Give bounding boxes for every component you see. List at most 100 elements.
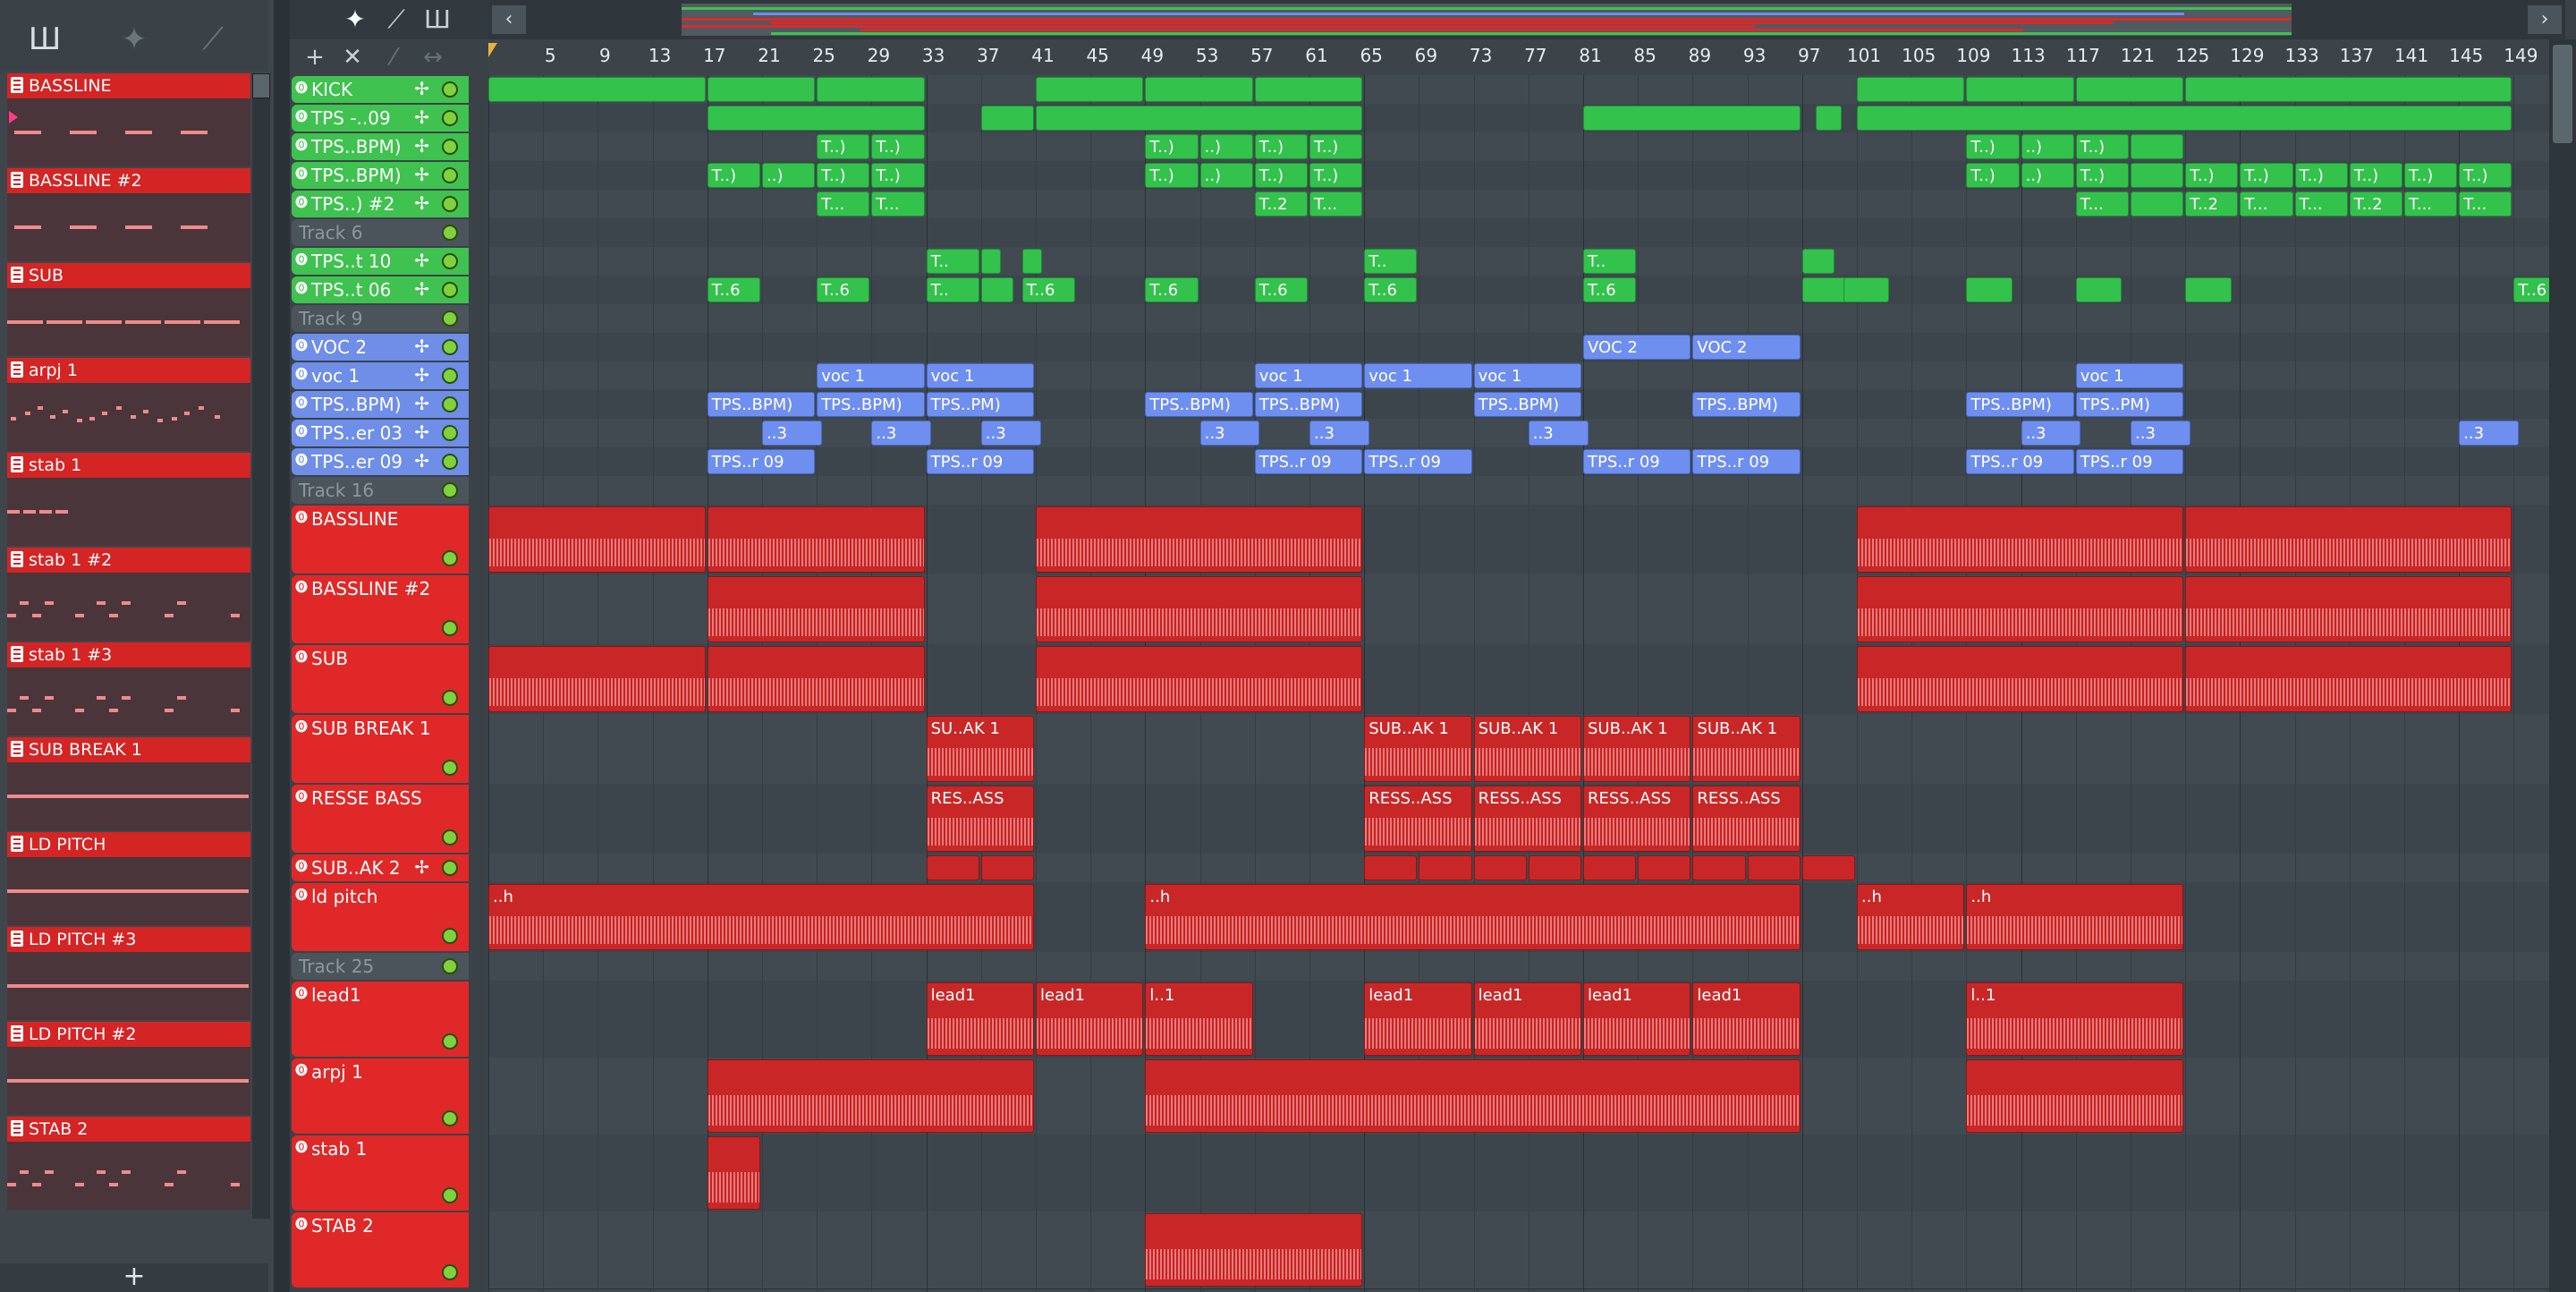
track-mute-led-icon[interactable] <box>442 196 458 212</box>
track-resize-icon[interactable]: ✢ <box>414 164 429 185</box>
pattern-clip[interactable]: ..3 <box>871 421 932 446</box>
track-mute-led-icon[interactable] <box>442 339 458 355</box>
audio-clip-icon[interactable]: ✦ <box>114 20 154 59</box>
track-lane[interactable] <box>488 304 2565 334</box>
track-lane[interactable] <box>488 132 2565 162</box>
timeline-ruler[interactable]: 5 9 13 17 21 25 29 33 37 41 45 49 53 57 61 65 69 73 77 81 85… <box>488 39 2565 77</box>
playlist-scroll-thumb[interactable] <box>2553 45 2572 143</box>
pattern-clip[interactable]: T..) <box>1254 163 1308 188</box>
pattern-clip[interactable]: T..6 <box>817 277 870 302</box>
pattern-clip[interactable]: ..h <box>1857 884 1965 950</box>
track-mute-led-icon[interactable] <box>442 425 458 441</box>
pattern-clip[interactable]: RESS..ASS <box>1364 786 1472 852</box>
track-resize-icon[interactable]: ✢ <box>414 192 429 214</box>
clip-source-item[interactable]: STAB 2 <box>7 1117 250 1210</box>
clip-source-header[interactable]: stab 1 <box>7 453 250 478</box>
pattern-clip[interactable]: VOC 2 <box>1583 335 1691 360</box>
pattern-clip[interactable] <box>1966 277 2012 302</box>
pattern-clip[interactable] <box>1145 1059 1801 1133</box>
pattern-clip[interactable] <box>707 1136 760 1210</box>
pattern-clip[interactable]: RESS..ASS <box>1473 786 1581 852</box>
pattern-clip[interactable]: ..) <box>2021 134 2074 159</box>
track-resize-icon[interactable]: ✢ <box>414 278 429 300</box>
track-header[interactable]: ⓿ TPS..er 09 ✢ <box>292 448 469 475</box>
track-header[interactable]: Track 6 <box>292 219 469 246</box>
pattern-clip[interactable]: lead1 <box>1036 982 1144 1056</box>
pattern-clip[interactable] <box>1583 106 1801 131</box>
pattern-clip[interactable]: T..6 <box>1364 277 1418 302</box>
pattern-clip[interactable] <box>1857 77 1965 102</box>
pattern-clip[interactable] <box>1036 106 1363 131</box>
clip-source-item[interactable]: stab 1 #2 <box>7 548 250 641</box>
pattern-clip[interactable]: RESS..ASS <box>1692 786 1801 852</box>
add-track-button[interactable]: + <box>297 43 333 72</box>
track-header[interactable]: ⓿ KICK ✢ <box>292 76 469 103</box>
pattern-clip[interactable]: T.. <box>1583 249 1637 274</box>
pattern-clip[interactable]: voc 1 <box>2075 363 2184 388</box>
pattern-clip[interactable] <box>1857 576 2184 642</box>
clip-source-item[interactable]: BASSLINE <box>7 73 250 166</box>
pattern-clip[interactable] <box>1966 77 2074 102</box>
clip-source-header[interactable]: BASSLINE #2 <box>7 168 250 193</box>
pattern-clip[interactable] <box>707 646 925 712</box>
pattern-clip[interactable] <box>1857 646 2184 712</box>
track-header[interactable]: ⓿ BASSLINE <box>292 506 469 574</box>
pattern-clip[interactable]: TPS..BPM) <box>1692 392 1801 417</box>
pattern-clip[interactable]: TPS..r 09 <box>1966 449 2074 474</box>
pattern-clip[interactable] <box>1419 855 1472 880</box>
clip-source-item[interactable]: SUB BREAK 1 <box>7 737 250 830</box>
pattern-clip[interactable]: T..) <box>707 163 760 188</box>
track-resize-icon[interactable]: ✢ <box>414 78 429 99</box>
pattern-clip[interactable]: T..) <box>2459 163 2512 188</box>
pattern-clip[interactable]: voc 1 <box>1473 363 1581 388</box>
clip-source-item[interactable]: BASSLINE #2 <box>7 168 250 261</box>
clip-source-item[interactable]: stab 1 <box>7 453 250 546</box>
pattern-clip[interactable]: lead1 <box>1473 982 1581 1056</box>
clip-source-header[interactable]: SUB BREAK 1 <box>7 737 250 762</box>
clip-source-item[interactable]: LD PITCH <box>7 832 250 925</box>
pattern-clip[interactable]: ..3 <box>762 421 822 446</box>
track-mute-led-icon[interactable] <box>442 253 458 269</box>
track-mute-led-icon[interactable] <box>442 1033 458 1050</box>
swap-icon[interactable]: ↔ <box>415 43 451 72</box>
track-header[interactable]: Track 9 <box>292 305 469 332</box>
pattern-clip[interactable]: T..) <box>1309 134 1363 159</box>
pattern-clip[interactable] <box>1036 646 1363 712</box>
pattern-clip[interactable] <box>1747 855 1801 880</box>
pattern-clip[interactable]: TPS..BPM) <box>817 392 925 417</box>
track-mute-led-icon[interactable] <box>442 482 458 498</box>
pattern-clip[interactable] <box>707 106 925 131</box>
pattern-clip[interactable]: T... <box>2404 191 2458 217</box>
pattern-clip[interactable]: RES..ASS <box>926 786 1034 852</box>
clip-source-item[interactable]: stab 1 #3 <box>7 642 250 735</box>
pattern-clip[interactable]: lead1 <box>1692 982 1801 1056</box>
pattern-clip[interactable]: T..2 <box>1254 191 1308 217</box>
close-icon[interactable]: ✕ <box>335 43 370 72</box>
track-header[interactable]: ⓿ VOC 2 ✢ <box>292 334 469 361</box>
track-lane[interactable] <box>488 333 2565 362</box>
track-mute-led-icon[interactable] <box>442 81 458 98</box>
pattern-clip[interactable]: TPS..BPM) <box>1966 392 2074 417</box>
track-header[interactable]: ⓿ ld pitch <box>292 883 469 951</box>
pattern-clip[interactable] <box>2185 277 2232 302</box>
pattern-clip[interactable]: SUB..AK 1 <box>1583 716 1691 782</box>
pattern-clip[interactable]: TPS..BPM) <box>1473 392 1581 417</box>
panel-splitter[interactable] <box>274 0 290 1292</box>
pattern-clip[interactable] <box>1843 277 1890 302</box>
track-resize-icon[interactable]: ✢ <box>414 250 429 271</box>
track-mute-led-icon[interactable] <box>442 829 458 846</box>
pattern-clip[interactable] <box>707 576 925 642</box>
track-header[interactable]: Track 25 <box>292 953 469 980</box>
pattern-clip[interactable] <box>707 506 925 573</box>
pattern-clip[interactable]: TPS..PM) <box>2075 392 2184 417</box>
track-resize-icon[interactable]: ✢ <box>414 856 429 878</box>
track-mute-led-icon[interactable] <box>442 1187 458 1203</box>
track-header[interactable]: ⓿ voc 1 ✢ <box>292 362 469 389</box>
automation-clip-icon[interactable]: ⟋ <box>193 20 233 59</box>
track-header[interactable]: ⓿ TPS..) #2 ✢ <box>292 191 469 217</box>
pattern-clip[interactable]: l..1 <box>1966 982 2184 1056</box>
clip-source-item[interactable]: LD PITCH #2 <box>7 1022 250 1115</box>
pattern-clip[interactable]: TPS..r 09 <box>1254 449 1363 474</box>
pattern-clip[interactable]: SUB..AK 1 <box>1473 716 1581 782</box>
pattern-clip[interactable] <box>1473 855 1527 880</box>
